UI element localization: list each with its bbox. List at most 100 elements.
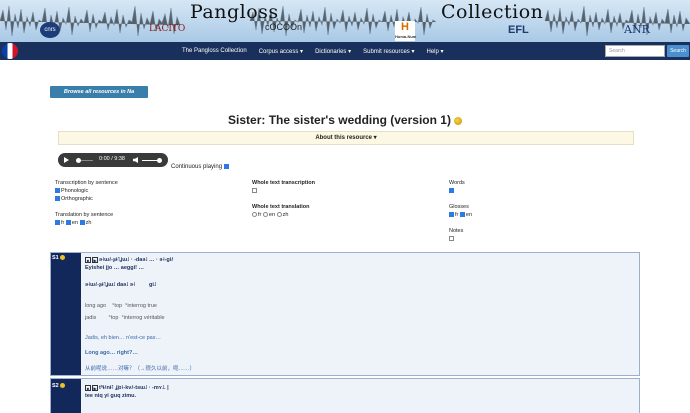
sentence-number-label: S2	[52, 383, 59, 389]
sentence-phonologic: ■ ▶ tʰɨ˩˥nɨ˥ ʝjɪ˧-kv˩˥-tsɯ˩ · -mʏ˩. |	[85, 384, 169, 392]
cocoon-logo[interactable]: cOCOOn	[265, 22, 302, 32]
play-icon[interactable]	[64, 157, 69, 163]
huma-num-logo[interactable]: H Huma-Num	[395, 21, 417, 41]
site-banner: Pangloss Collection cnrs LACITO cOCOOn H…	[0, 0, 690, 42]
sentence-phonologic: ■ ▶ ə˧ɯ˩˥-ʂɨ˥ʝɯ˩ · -daə˩ … · ə˧-gi˩˥	[85, 256, 173, 264]
whole-text-transcription-heading: Whole text transcription	[252, 180, 315, 186]
resource-title-text: Sister: The sister's wedding (version 1)	[228, 113, 451, 127]
orthographic-checkbox[interactable]	[55, 196, 60, 202]
whole-text-translation-heading: Whole text translation	[252, 204, 310, 210]
translation-zh: 从前呢说……对嘛？（→很久以前，呃……）	[85, 366, 196, 372]
word-phonologic-2: gi˩	[149, 282, 157, 288]
progress-track[interactable]	[79, 159, 93, 161]
sentence-play-icon[interactable]	[59, 255, 65, 261]
whole-text-translation-languages: fr en zh	[252, 211, 288, 219]
play-icon[interactable]: ▶	[92, 384, 98, 391]
continuous-playing-checkbox[interactable]	[223, 164, 229, 169]
nav-item-dictionaries[interactable]: Dictionaries ▾	[315, 48, 351, 55]
efl-logo[interactable]: EFL	[508, 24, 529, 36]
words-heading: Words	[449, 180, 465, 186]
volume-icon[interactable]	[133, 157, 138, 163]
notes-checkbox[interactable]	[449, 236, 454, 242]
trans-fr-checkbox[interactable]	[55, 220, 60, 226]
anr-logo[interactable]: ANR	[624, 23, 650, 36]
sentence-sidebar: S2	[51, 379, 81, 413]
cnrs-logo[interactable]: cnrs	[40, 22, 60, 38]
sentence-orthographic: Eyishei jjo … aeggi! …	[85, 265, 144, 271]
nav-menu: The Pangloss Collection Corpus access ▾ …	[182, 42, 456, 60]
sentence-number: S1	[52, 255, 65, 261]
sentence-block: S1 ■ ▶ ə˧ɯ˩˥-ʂɨ˥ʝɯ˩ · -daə˩ … · ə˧-gi˩˥ Ey…	[50, 252, 640, 376]
huma-num-label: Huma-Num	[395, 34, 417, 39]
audio-player: 0:00 / 9:38	[58, 153, 168, 167]
volume-handle[interactable]	[157, 157, 162, 163]
banner-title-right: Collection	[441, 1, 544, 23]
stop-icon[interactable]: ■	[85, 384, 91, 391]
continuous-playing-option: Continuous playing	[171, 164, 230, 170]
words-checkbox[interactable]	[449, 188, 454, 194]
search-button[interactable]: Search	[667, 45, 689, 57]
wt-zh-radio[interactable]	[276, 212, 282, 218]
glosses-languages: fr en	[449, 211, 472, 219]
waveform-decoration	[0, 5, 690, 37]
nav-item-pangloss-collection[interactable]: The Pangloss Collection	[182, 48, 247, 54]
sentence-orthographic: tee niq yi guq zimu.	[85, 393, 137, 399]
word-phonologic-1: ə˧ɯ˩˥-ʂɨ˥ʝɯ˩ daə˩ ə˧	[85, 282, 136, 288]
phonologic-label: Phonologic	[61, 188, 89, 194]
wt-en-radio[interactable]	[262, 212, 268, 218]
trans-fr-label: fr	[61, 220, 65, 226]
trans-en-label: en	[71, 220, 79, 226]
gloss-fr: jadis °top °interrog véritable	[85, 315, 165, 321]
sentence-block: S2 ■ ▶ tʰɨ˩˥nɨ˥ ʝjɪ˧-kv˩˥-tsɯ˩ · -mʏ˩. | t…	[50, 378, 640, 413]
gloss-fr-label: fr	[455, 212, 459, 218]
resource-title: Sister: The sister's wedding (version 1)	[0, 113, 690, 127]
translation-languages: fr en zh	[55, 219, 91, 227]
wt-fr-label: fr	[258, 212, 262, 218]
trans-zh-checkbox[interactable]	[79, 220, 85, 226]
trans-en-checkbox[interactable]	[65, 220, 71, 226]
gloss-fr-checkbox[interactable]	[449, 212, 454, 218]
wt-en-label: en	[268, 212, 276, 218]
main-navbar: The Pangloss Collection Corpus access ▾ …	[0, 42, 690, 60]
sentence-play-icon[interactable]	[59, 383, 65, 389]
orthographic-option: Orthographic	[55, 195, 93, 203]
lacito-logo[interactable]: LACITO	[149, 24, 185, 34]
words-option	[449, 187, 455, 195]
play-icon[interactable]: ▶	[92, 256, 98, 263]
wt-fr-radio[interactable]	[252, 212, 257, 218]
translation-en: Long ago… right?…	[85, 350, 138, 356]
gloss-en-checkbox[interactable]	[459, 212, 465, 218]
huma-num-letter: H	[401, 21, 409, 33]
stop-icon[interactable]: ■	[85, 256, 91, 263]
notes-option	[449, 235, 455, 243]
nav-item-corpus-access[interactable]: Corpus access ▾	[259, 48, 303, 55]
gloss-en-label: en	[465, 212, 473, 218]
notes-heading: Notes	[449, 228, 464, 234]
progress-handle[interactable]	[76, 157, 81, 163]
orthographic-label: Orthographic	[61, 196, 93, 202]
translation-fr: Jadis, eh bien… n'est-ce pas…	[85, 335, 161, 341]
sentence-number: S2	[52, 383, 65, 389]
word-phonologic: ə˧ɯ˩˥-ʂɨ˥ʝɯ˩ daə˩ ə˧ gi˩	[85, 281, 156, 289]
play-audio-icon[interactable]	[453, 116, 462, 125]
nav-item-help[interactable]: Help ▾	[426, 48, 443, 55]
search-input[interactable]: Search	[605, 45, 665, 57]
whole-text-transcription-option	[252, 187, 258, 195]
continuous-playing-label: Continuous playing	[171, 164, 223, 171]
french-flag-icon[interactable]	[2, 43, 18, 59]
nav-item-submit-resources[interactable]: Submit resources ▾	[363, 48, 414, 55]
player-time: 0:00 / 9:38	[99, 156, 125, 162]
banner-title-left: Pangloss	[190, 1, 279, 23]
whole-text-transcription-checkbox[interactable]	[252, 188, 257, 194]
sentence-phonologic-text: ə˧ɯ˩˥-ʂɨ˥ʝɯ˩ · -daə˩ … · ə˧-gi˩˥	[99, 257, 174, 263]
phonologic-option: Phonologic	[55, 187, 88, 195]
browse-all-resources-button[interactable]: Browse all resources in Na	[50, 86, 148, 98]
gloss-en: long ago °top °interrog true	[85, 303, 157, 309]
trans-zh-label: zh	[85, 220, 92, 226]
transcription-by-sentence-heading: Transcription by sentence	[55, 180, 118, 186]
sentence-number-label: S1	[52, 255, 59, 261]
wt-zh-label: zh	[282, 212, 289, 218]
about-resource-toggle[interactable]: About this resource ▾	[58, 131, 634, 145]
phonologic-checkbox[interactable]	[55, 188, 60, 194]
translation-by-sentence-heading: Translation by sentence	[55, 212, 114, 218]
